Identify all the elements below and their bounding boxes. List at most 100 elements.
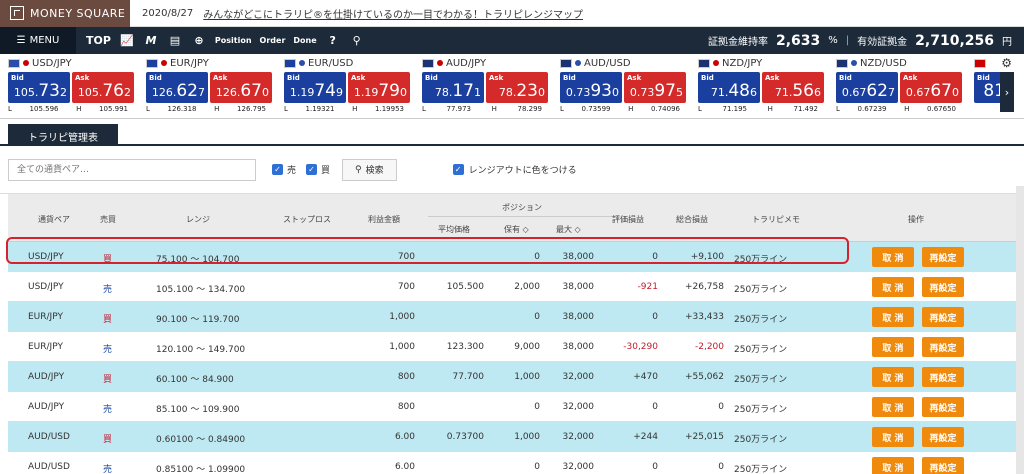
cancel-button[interactable]: 取 消 bbox=[872, 307, 914, 327]
mw-icon[interactable]: M bbox=[143, 34, 159, 47]
table-row[interactable]: USD/JPY 買 75.100 〜 104.700 700 0 38,000 … bbox=[8, 242, 1016, 272]
reset-button[interactable]: 再設定 bbox=[922, 367, 964, 387]
done-nav-button[interactable]: Done bbox=[293, 36, 316, 45]
document-icon[interactable]: ▤ bbox=[167, 34, 183, 47]
high-label: H bbox=[628, 105, 634, 113]
cell-memo: 250万ライン bbox=[734, 405, 788, 415]
cancel-button[interactable]: 取 消 bbox=[872, 247, 914, 267]
cancel-button[interactable]: 取 消 bbox=[872, 397, 914, 417]
reset-button[interactable]: 再設定 bbox=[922, 427, 964, 447]
cell-side: 売 bbox=[103, 285, 113, 295]
ask-button[interactable]: Ask 71.566 bbox=[762, 72, 824, 103]
brand-logo[interactable]: MONEY SQUARE bbox=[0, 0, 130, 27]
table-row[interactable]: USD/JPY 売 105.100 〜 134.700 700 105.500 … bbox=[8, 272, 1016, 302]
ticker-aud-jpy[interactable]: AUD/JPY Bid 78.171 Ask 78.230 L 77.973 H… bbox=[414, 54, 552, 118]
ask-button[interactable]: Ask 1.19790 bbox=[348, 72, 410, 103]
table-row[interactable]: AUD/USD 売 0.85100 〜 1.09900 6.00 0 32,00… bbox=[8, 452, 1016, 474]
table-row[interactable]: AUD/JPY 売 85.100 〜 109.900 800 0 32,000 … bbox=[8, 392, 1016, 422]
header-memo[interactable]: トラリピメモ bbox=[752, 214, 800, 225]
ask-tail: 0 bbox=[262, 86, 269, 99]
reset-button[interactable]: 再設定 bbox=[922, 307, 964, 327]
header-eval[interactable]: 評価損益 bbox=[612, 214, 644, 225]
trarepi-table-body: USD/JPY 買 75.100 〜 104.700 700 0 38,000 … bbox=[8, 242, 1016, 474]
bid-button[interactable]: Bid 71.486 bbox=[698, 72, 760, 103]
header-stop-loss[interactable]: ストップロス bbox=[283, 214, 331, 225]
header-profit[interactable]: 利益金額 bbox=[368, 214, 400, 225]
buy-checkbox[interactable]: ✓ bbox=[306, 164, 318, 175]
order-nav-button[interactable]: Order bbox=[260, 36, 286, 45]
nav-icons: TOP 📈 M ▤ ⊕ Position Order Done ? ⚲ bbox=[86, 34, 365, 47]
cancel-button[interactable]: 取 消 bbox=[872, 337, 914, 357]
bid-button[interactable]: Bid 78.171 bbox=[422, 72, 484, 103]
help-icon[interactable]: ? bbox=[325, 34, 341, 47]
search-button[interactable]: ⚲ 検索 bbox=[342, 158, 397, 181]
low-value: 71.195 bbox=[722, 105, 748, 113]
ask-value: 105.762 bbox=[78, 81, 131, 101]
chart-icon[interactable]: 📈 bbox=[119, 34, 135, 47]
ask-button[interactable]: Ask 0.67670 bbox=[900, 72, 962, 103]
ticker-nzd-jpy[interactable]: NZD/JPY Bid 71.486 Ask 71.566 L 71.195 H… bbox=[690, 54, 828, 118]
tab-trarepi-management[interactable]: トラリピ管理表 bbox=[8, 124, 118, 144]
cell-eval: -921 bbox=[637, 282, 658, 292]
bid-button[interactable]: Bid 0.73930 bbox=[560, 72, 622, 103]
reset-button[interactable]: 再設定 bbox=[922, 397, 964, 417]
top-nav-button[interactable]: TOP bbox=[86, 34, 111, 47]
table-row[interactable]: AUD/JPY 買 60.100 〜 84.900 800 77.700 1,0… bbox=[8, 362, 1016, 392]
bid-button[interactable]: Bid 0.67627 bbox=[836, 72, 898, 103]
position-nav-button[interactable]: Position bbox=[215, 36, 252, 45]
ticker-partial[interactable]: Bid 81 ⚙ › bbox=[966, 54, 1014, 118]
header-range[interactable]: レンジ bbox=[186, 214, 210, 225]
menu-button[interactable]: ☰ MENU bbox=[0, 27, 76, 54]
news-headline-link[interactable]: みんながどこにトラリピ®を仕掛けているのか一目でわかる！トラリピレンジマップ bbox=[203, 6, 583, 21]
ask-button[interactable]: Ask 105.762 bbox=[72, 72, 134, 103]
bid-main: 126. bbox=[151, 86, 177, 99]
cancel-button[interactable]: 取 消 bbox=[872, 277, 914, 297]
range-color-checkbox[interactable]: ✓ bbox=[452, 164, 464, 175]
table-row[interactable]: EUR/JPY 買 90.100 〜 119.700 1,000 0 38,00… bbox=[8, 302, 1016, 332]
bid-button[interactable]: Bid 126.627 bbox=[146, 72, 208, 103]
header-pair[interactable]: 通貨ペア bbox=[38, 214, 70, 225]
ticker-aud-usd[interactable]: AUD/USD Bid 0.73930 Ask 0.73975 L 0.7359… bbox=[552, 54, 690, 118]
flag-icon bbox=[8, 58, 20, 68]
table-row[interactable]: EUR/JPY 売 120.100 〜 149.700 1,000 123.30… bbox=[8, 332, 1016, 362]
plus-icon[interactable]: ⊕ bbox=[191, 34, 207, 47]
brand-name: MONEY SQUARE bbox=[30, 6, 126, 20]
bid-button[interactable]: Bid 1.19749 bbox=[284, 72, 346, 103]
table-row[interactable]: AUD/USD 買 0.60100 〜 0.84900 6.00 0.73700… bbox=[8, 422, 1016, 452]
header-total[interactable]: 総合損益 bbox=[676, 214, 708, 225]
chevron-right-icon[interactable]: › bbox=[1000, 72, 1014, 112]
ask-button[interactable]: Ask 126.670 bbox=[210, 72, 272, 103]
cell-memo: 250万ライン bbox=[734, 375, 788, 385]
header-max[interactable]: 最大 ◇ bbox=[556, 224, 581, 235]
cancel-button[interactable]: 取 消 bbox=[872, 457, 914, 474]
header-avg-price[interactable]: 平均価格 bbox=[438, 224, 470, 235]
cancel-button[interactable]: 取 消 bbox=[872, 367, 914, 387]
reset-button[interactable]: 再設定 bbox=[922, 457, 964, 474]
ticker-header: EUR/JPY bbox=[146, 56, 272, 70]
low-label: L bbox=[698, 105, 702, 113]
ticker-eur-usd[interactable]: EUR/USD Bid 1.19749 Ask 1.19790 L 1.1932… bbox=[276, 54, 414, 118]
ask-button[interactable]: Ask 0.73975 bbox=[624, 72, 686, 103]
bid-tail: 1 bbox=[474, 86, 481, 99]
header-side[interactable]: 売買 bbox=[100, 214, 116, 225]
pair-search-input[interactable] bbox=[8, 158, 256, 181]
reset-button[interactable]: 再設定 bbox=[922, 337, 964, 357]
ask-value: 78.230 bbox=[499, 81, 545, 101]
bid-button[interactable]: Bid 105.732 bbox=[8, 72, 70, 103]
ticker-pair: EUR/JPY bbox=[170, 57, 209, 69]
cancel-button[interactable]: 取 消 bbox=[872, 427, 914, 447]
ticker-usd-jpy[interactable]: USD/JPY Bid 105.732 Ask 105.762 L 105.59… bbox=[0, 54, 138, 118]
bid-main: 78. bbox=[434, 86, 453, 99]
gear-icon[interactable]: ⚙ bbox=[1001, 56, 1012, 70]
page-scrollbar[interactable] bbox=[1016, 186, 1024, 474]
header-held[interactable]: 保有 ◇ bbox=[504, 224, 529, 235]
high-value: 105.991 bbox=[99, 105, 128, 113]
reset-button[interactable]: 再設定 bbox=[922, 277, 964, 297]
reset-button[interactable]: 再設定 bbox=[922, 247, 964, 267]
sell-label: 売 bbox=[287, 166, 297, 176]
ask-button[interactable]: Ask 78.230 bbox=[486, 72, 548, 103]
user-icon[interactable]: ⚲ bbox=[349, 34, 365, 47]
sell-checkbox[interactable]: ✓ bbox=[272, 164, 283, 175]
ticker-eur-jpy[interactable]: EUR/JPY Bid 126.627 Ask 126.670 L 126.31… bbox=[138, 54, 276, 118]
ticker-nzd-usd[interactable]: NZD/USD Bid 0.67627 Ask 0.67670 L 0.6723… bbox=[828, 54, 966, 118]
